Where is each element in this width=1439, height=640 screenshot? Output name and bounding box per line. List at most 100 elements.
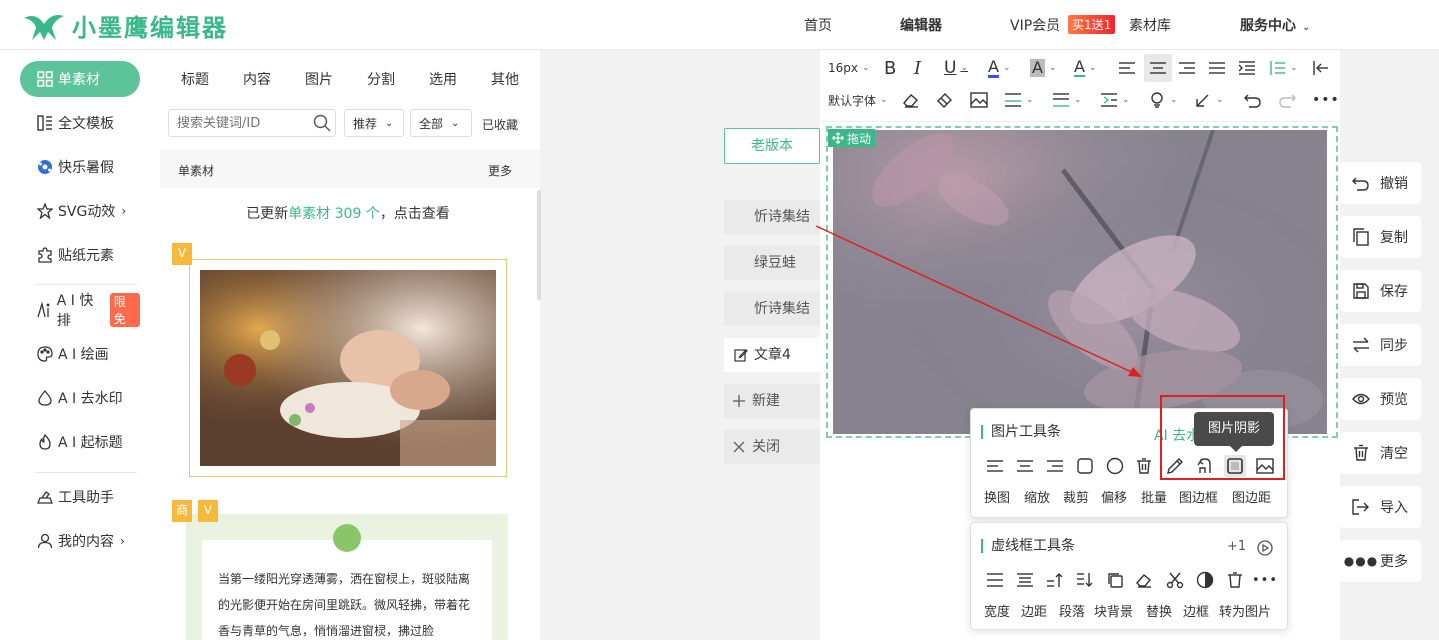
- margin-icon[interactable]: [1014, 569, 1036, 591]
- nav-vip[interactable]: VIP会员: [1010, 15, 1060, 35]
- font-size-select[interactable]: 16px ⌄: [828, 56, 870, 80]
- sort-dropdown[interactable]: 推荐 ⌄: [344, 109, 404, 137]
- sidebar-item-svg[interactable]: SVG动效 ›: [20, 193, 140, 229]
- replace-label[interactable]: 替换: [1146, 601, 1172, 620]
- image-shadow-icon[interactable]: [1224, 455, 1246, 477]
- width-icon[interactable]: [984, 569, 1006, 591]
- image-border-label[interactable]: 图边框: [1179, 487, 1218, 506]
- eyedropper-icon[interactable]: [1164, 455, 1186, 477]
- indent-icon[interactable]: [1238, 56, 1256, 80]
- panel-scrollbar[interactable]: [537, 190, 541, 300]
- batch-label[interactable]: 批量: [1141, 487, 1167, 506]
- underline-icon[interactable]: U ⌄: [944, 56, 968, 80]
- collected-link[interactable]: 已收藏: [482, 116, 518, 133]
- material-card[interactable]: V: [166, 243, 530, 491]
- image-background-icon[interactable]: [1254, 455, 1276, 477]
- more-options-icon[interactable]: •••: [1312, 88, 1340, 112]
- convert-to-image-label[interactable]: 转为图片: [1219, 601, 1271, 620]
- sidebar-item-sticker[interactable]: 贴纸元素: [20, 237, 140, 273]
- exit-icon[interactable]: [1312, 56, 1330, 80]
- crop-label[interactable]: 裁剪: [1063, 487, 1089, 506]
- drag-handle[interactable]: 拖动: [828, 129, 876, 147]
- nav-home[interactable]: 首页: [804, 15, 832, 35]
- image-margin-label[interactable]: 图边距: [1232, 487, 1271, 506]
- align-center-icon[interactable]: [1144, 54, 1172, 82]
- spacing-top-icon[interactable]: ⌄: [1004, 88, 1034, 112]
- paragraph-up-icon[interactable]: [1044, 569, 1066, 591]
- align-left-icon[interactable]: [1118, 56, 1136, 80]
- sidebar-item-full-template[interactable]: 全文模板: [20, 105, 140, 141]
- width-label[interactable]: 宽度: [984, 601, 1010, 620]
- eraser-icon[interactable]: [902, 88, 920, 112]
- redo-icon[interactable]: [1278, 88, 1296, 112]
- more-button[interactable]: ●●● 更多: [1340, 540, 1421, 582]
- align-center-icon[interactable]: [1014, 455, 1036, 477]
- sidebar-item-ai-layout[interactable]: A I 快排 限免: [20, 292, 140, 329]
- clear-button[interactable]: 清空: [1340, 432, 1421, 474]
- sidebar-item-my-content[interactable]: 我的内容 ›: [20, 523, 140, 559]
- replace-image-label[interactable]: 换图: [984, 487, 1010, 506]
- close-article-button[interactable]: 关闭: [724, 430, 820, 464]
- arrow-diagonal-icon[interactable]: ⌄: [1194, 88, 1224, 112]
- block-background-label[interactable]: 块背景: [1094, 601, 1133, 620]
- sidebar-item-ai-watermark[interactable]: A I 去水印: [20, 380, 140, 416]
- save-button[interactable]: 保存: [1340, 270, 1421, 312]
- letter-spacing-icon[interactable]: ⌄: [1100, 88, 1130, 112]
- justify-icon[interactable]: [1208, 56, 1226, 80]
- copy-button[interactable]: 复制: [1340, 216, 1421, 258]
- update-notice[interactable]: 已更新单素材 309 个，点击查看: [166, 188, 530, 240]
- more-link[interactable]: 更多: [488, 162, 512, 179]
- text-effect-icon[interactable]: A ⌄: [1074, 56, 1097, 80]
- import-button[interactable]: 导入: [1340, 486, 1421, 528]
- offset-label[interactable]: 偏移: [1101, 487, 1127, 506]
- article-item[interactable]: 绿豆蛙: [724, 246, 820, 280]
- article-item[interactable]: 忻诗集结: [724, 292, 820, 326]
- play-icon[interactable]: [1254, 537, 1276, 559]
- sync-button[interactable]: 同步: [1340, 324, 1421, 366]
- undo-button[interactable]: 撤销: [1340, 162, 1421, 204]
- margin-label[interactable]: 边距: [1021, 601, 1047, 620]
- line-height-icon[interactable]: ⌄: [1268, 56, 1298, 80]
- material-card[interactable]: 商 V 当第一缕阳光穿透薄雾，洒在窗棂上，斑驳陆离的光影便开始在房间里跳跃。微风…: [166, 496, 530, 640]
- article-item[interactable]: 忻诗集结: [724, 200, 820, 234]
- magnolia-photo[interactable]: [833, 130, 1327, 434]
- undo-icon[interactable]: [1244, 88, 1262, 112]
- new-article-button[interactable]: 新建: [724, 384, 820, 418]
- sidebar-item-summer[interactable]: 快乐暑假: [20, 149, 140, 185]
- circle-crop-icon[interactable]: [1104, 455, 1126, 477]
- block-background-icon[interactable]: [1104, 569, 1126, 591]
- align-right-icon[interactable]: [1044, 455, 1066, 477]
- tab-other[interactable]: 其他: [491, 69, 519, 89]
- tab-divider[interactable]: 分割: [367, 69, 395, 89]
- filter-dropdown[interactable]: 全部 ⌄: [410, 109, 472, 137]
- contrast-icon[interactable]: [1194, 569, 1216, 591]
- image-insert-icon[interactable]: [970, 88, 988, 112]
- tab-title[interactable]: 标题: [181, 69, 209, 89]
- trash-icon[interactable]: [1133, 455, 1155, 477]
- format-brush-icon[interactable]: [936, 88, 954, 112]
- bold-icon[interactable]: B: [884, 56, 896, 80]
- spacing-bottom-icon[interactable]: ⌄: [1052, 88, 1082, 112]
- italic-icon[interactable]: I: [914, 56, 921, 80]
- bulb-icon[interactable]: ⌄: [1148, 88, 1178, 112]
- sidebar-item-single-material[interactable]: 单素材: [20, 61, 140, 97]
- scissors-icon[interactable]: [1164, 569, 1186, 591]
- align-right-icon[interactable]: [1178, 56, 1196, 80]
- plus-one-counter[interactable]: +1: [1227, 539, 1246, 554]
- align-left-icon[interactable]: [984, 455, 1006, 477]
- more-options-icon[interactable]: •••: [1252, 569, 1277, 591]
- font-family-select[interactable]: 默认字体 ⌄: [828, 88, 888, 112]
- nav-service[interactable]: 服务中心 ⌄: [1240, 15, 1310, 35]
- search-icon[interactable]: [313, 114, 331, 132]
- preview-button[interactable]: 预览: [1340, 378, 1421, 420]
- rounded-square-icon[interactable]: [1074, 455, 1096, 477]
- background-color-icon[interactable]: A ⌄: [1030, 56, 1057, 80]
- sidebar-item-tools[interactable]: 工具助手: [20, 479, 140, 515]
- nav-library[interactable]: 素材库: [1129, 15, 1171, 35]
- paragraph-label[interactable]: 段落: [1059, 601, 1085, 620]
- tab-selected[interactable]: 选用: [429, 69, 457, 89]
- search-input[interactable]: [169, 110, 299, 136]
- current-article[interactable]: 文章4: [724, 338, 820, 372]
- rotate-icon[interactable]: [1194, 455, 1216, 477]
- trash-icon[interactable]: [1224, 569, 1246, 591]
